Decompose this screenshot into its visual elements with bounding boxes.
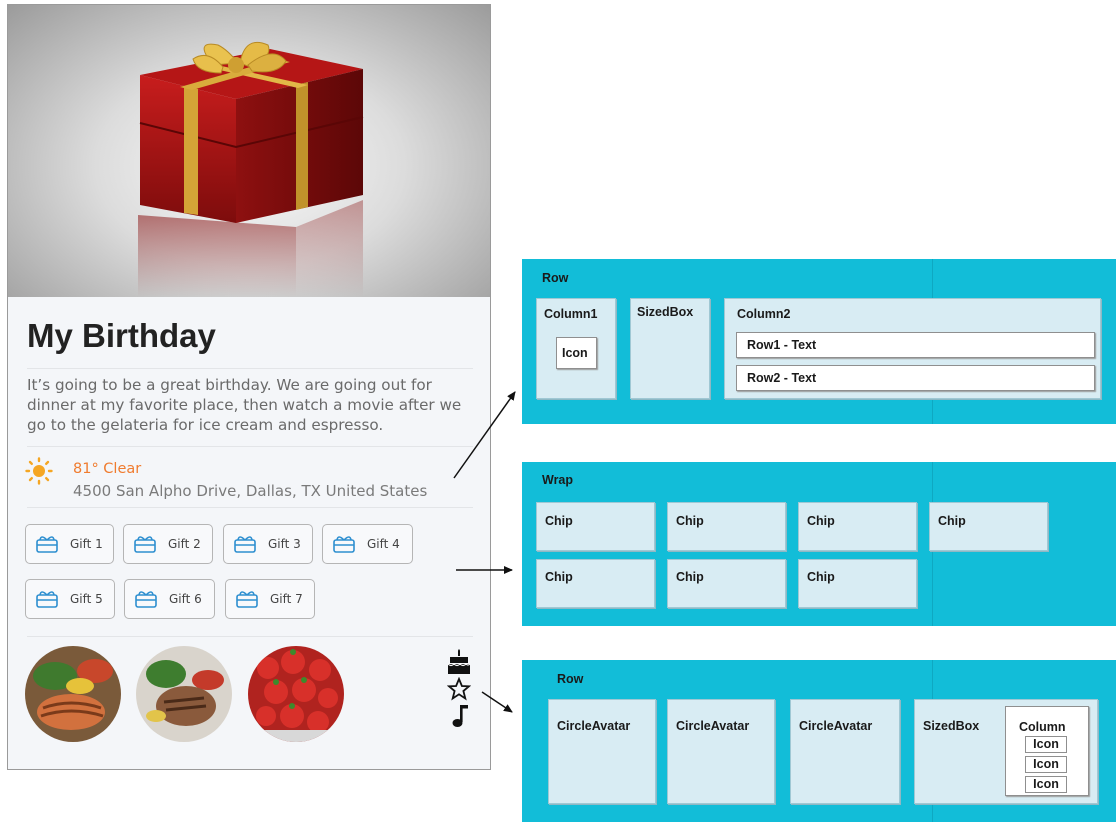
arrow-to-avatar-row-diagram <box>481 691 513 713</box>
connector-arrows <box>453 391 516 713</box>
arrow-to-row-diagram <box>453 391 516 479</box>
